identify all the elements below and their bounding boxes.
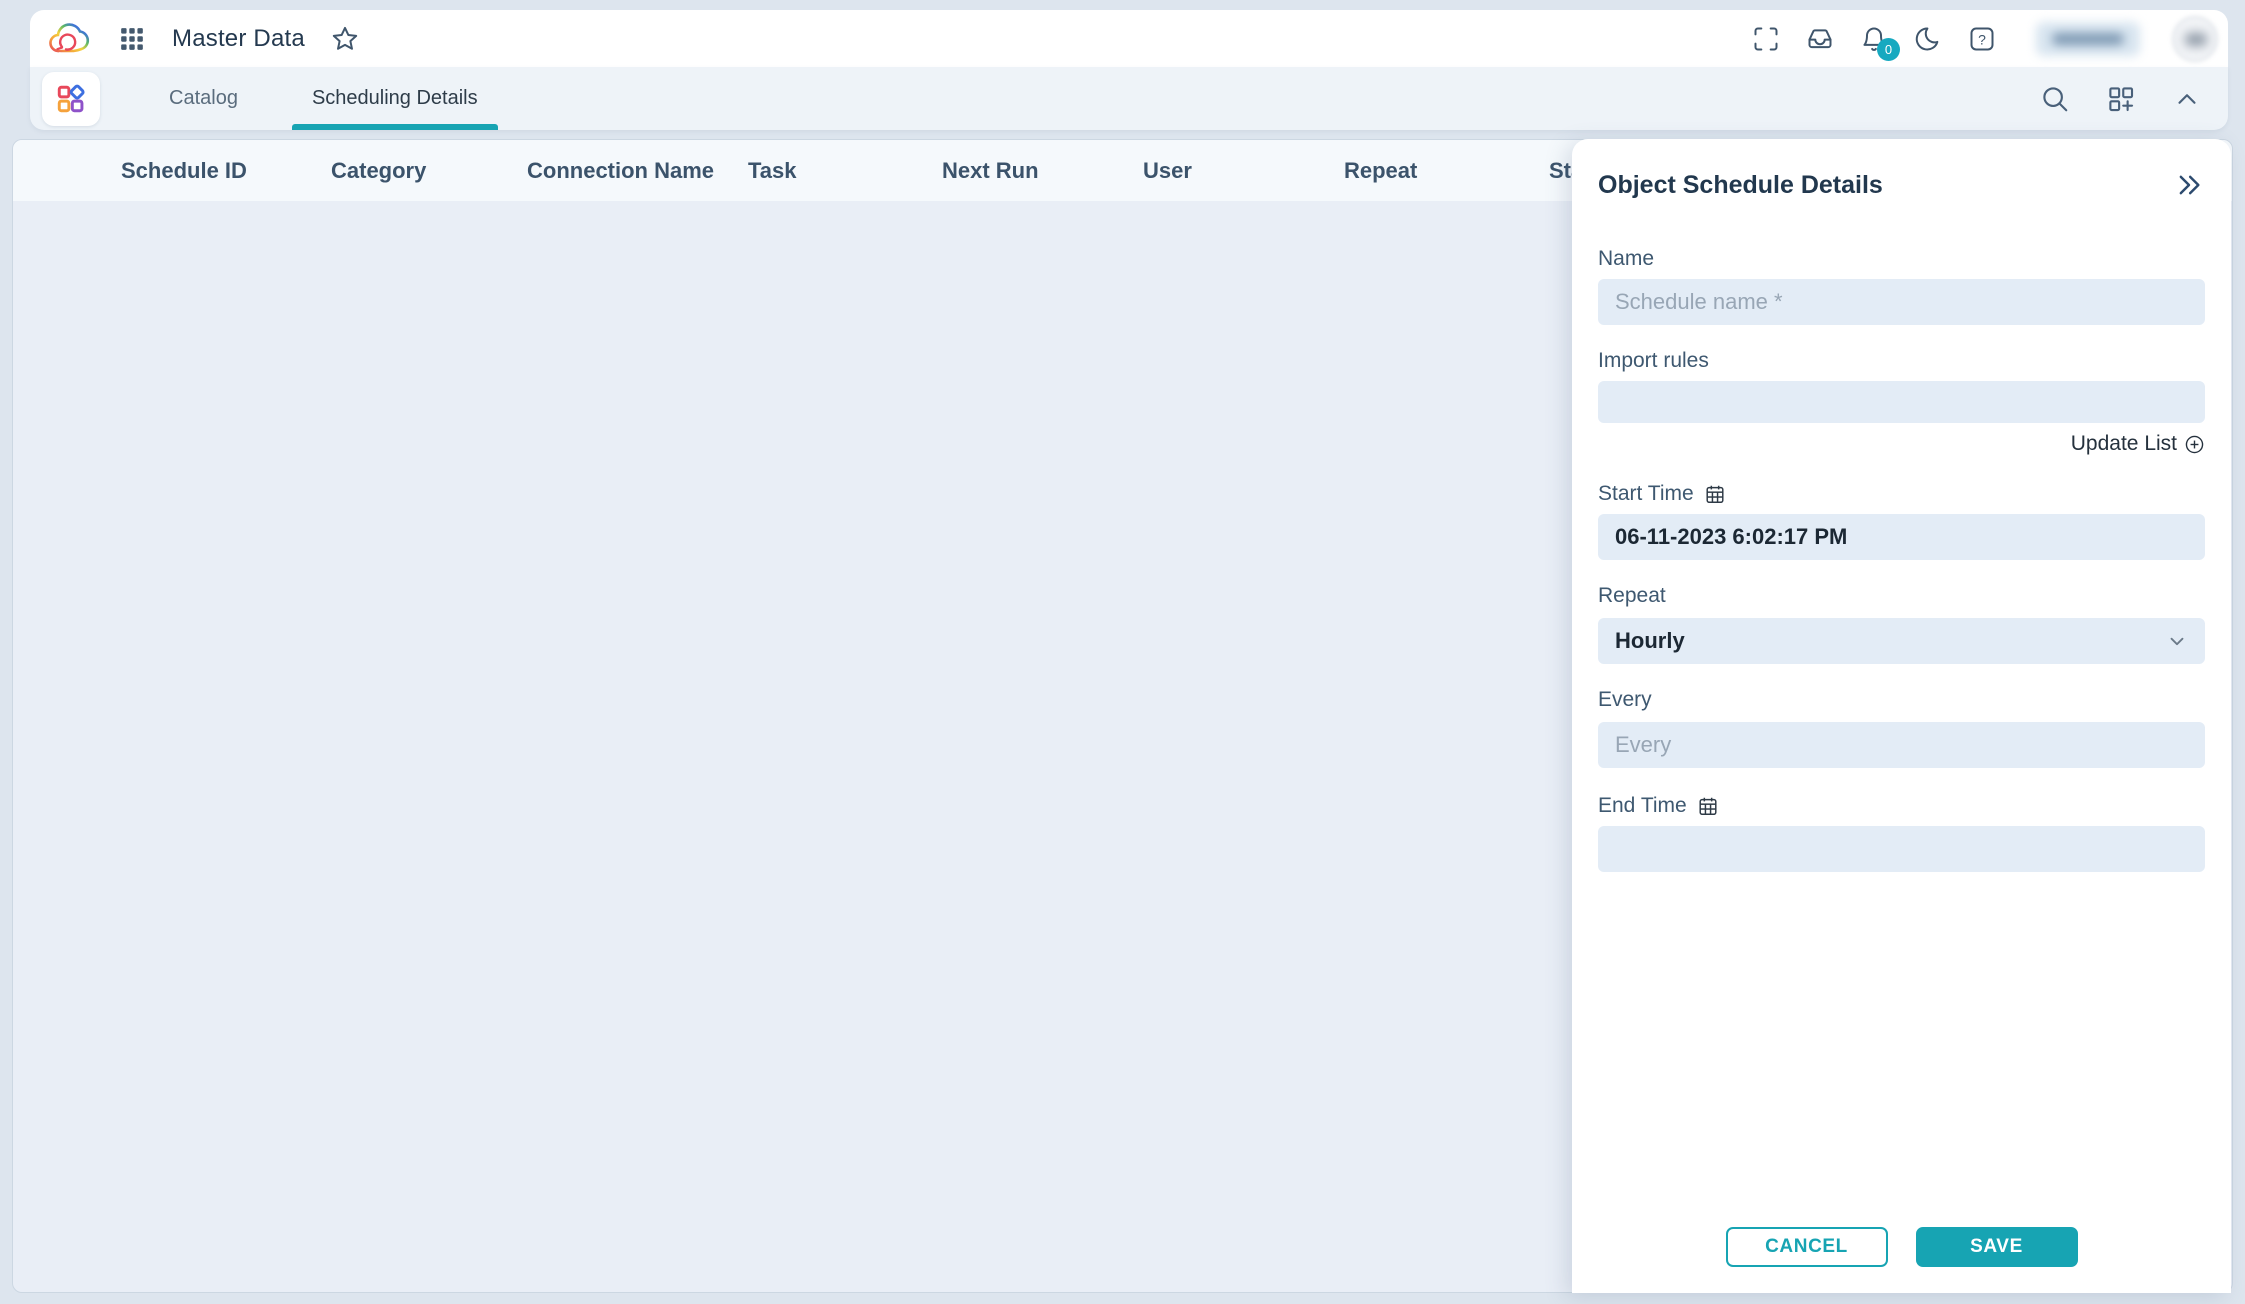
column-header: Next Run xyxy=(942,158,1143,184)
panel-title: Object Schedule Details xyxy=(1598,171,1883,200)
name-label: Name xyxy=(1598,247,2205,271)
apps-grid-icon[interactable] xyxy=(118,25,146,53)
circled-plus-icon xyxy=(2184,434,2205,455)
update-list-link[interactable]: Update List xyxy=(1598,432,2205,456)
collapse-chevron-up-icon[interactable] xyxy=(2172,84,2202,114)
collapse-panel-icon[interactable] xyxy=(2173,169,2205,201)
column-header: Task xyxy=(748,158,942,184)
every-input[interactable] xyxy=(1598,722,2205,768)
start-time-input[interactable] xyxy=(1598,514,2205,560)
add-widget-icon[interactable] xyxy=(2106,84,2136,114)
help-icon[interactable]: ? xyxy=(1968,25,1996,53)
import-rules-input[interactable] xyxy=(1598,381,2205,423)
cancel-button[interactable]: CANCEL xyxy=(1726,1227,1888,1267)
object-schedule-details-panel: Object Schedule Details Name Import rule… xyxy=(1572,139,2231,1293)
repeat-label: Repeat xyxy=(1598,584,2205,608)
repeat-select[interactable]: Hourly xyxy=(1598,618,2205,664)
favorite-star-icon[interactable] xyxy=(331,25,359,53)
end-time-input[interactable] xyxy=(1598,826,2205,872)
start-time-label: Start Time xyxy=(1598,482,2205,506)
notification-badge: 0 xyxy=(1877,38,1900,61)
update-list-label: Update List xyxy=(2071,432,2177,456)
tab-toolbar: Catalog Scheduling Details xyxy=(30,67,2228,130)
screen: Master Data xyxy=(0,0,2245,1304)
chevron-down-icon xyxy=(2166,630,2188,652)
save-button[interactable]: SAVE xyxy=(1916,1227,2078,1267)
tab-scheduling-details[interactable]: Scheduling Details xyxy=(285,67,505,130)
schedule-name-input[interactable] xyxy=(1598,279,2205,325)
column-header: Connection Name xyxy=(527,158,748,184)
every-label: Every xyxy=(1598,688,2205,712)
svg-text:?: ? xyxy=(1978,31,1986,47)
start-time-label-text: Start Time xyxy=(1598,482,1694,506)
brand-logo-icon[interactable] xyxy=(44,19,92,59)
end-time-label: End Time xyxy=(1598,794,2205,818)
notifications-bell-icon[interactable]: 0 xyxy=(1860,25,1888,53)
dark-mode-moon-icon[interactable] xyxy=(1914,25,1942,53)
column-header: Repeat xyxy=(1344,158,1549,184)
module-grid-icon[interactable] xyxy=(42,72,100,126)
user-avatar[interactable] xyxy=(2172,16,2218,62)
redacted-username[interactable] xyxy=(2036,22,2140,56)
tabs: Catalog Scheduling Details xyxy=(132,67,515,130)
top-header: Master Data xyxy=(30,10,2228,67)
fullscreen-icon[interactable] xyxy=(1752,25,1780,53)
inbox-icon[interactable] xyxy=(1806,25,1834,53)
tab-catalog[interactable]: Catalog xyxy=(142,67,265,130)
calendar-icon[interactable] xyxy=(1697,795,1719,817)
calendar-icon[interactable] xyxy=(1704,483,1726,505)
column-header: Schedule ID xyxy=(121,158,331,184)
repeat-select-value: Hourly xyxy=(1615,628,1685,654)
search-icon[interactable] xyxy=(2040,84,2070,114)
column-header: Category xyxy=(331,158,527,184)
end-time-label-text: End Time xyxy=(1598,794,1687,818)
column-header: User xyxy=(1143,158,1344,184)
import-rules-label: Import rules xyxy=(1598,349,2205,373)
page-title: Master Data xyxy=(172,25,305,53)
